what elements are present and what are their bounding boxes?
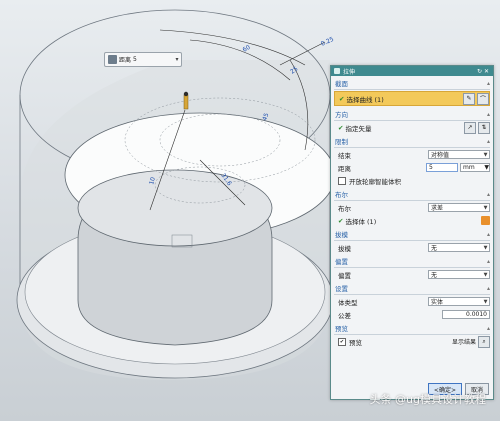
tolerance-label: 公差 [338, 311, 351, 320]
watermark: 头条 @ug模具设计教程 [369, 393, 486, 406]
preview-group: 预览 ▴ ✔ 预览 显示结果 ⌕ [334, 321, 490, 348]
chevron-down-icon: ▼ [483, 204, 488, 211]
section-group: 截面 ▴ ✔ 选择曲线 (1) ✎ ⌒ [334, 76, 490, 106]
chevron-down-icon: ▼ [483, 271, 488, 278]
settings-group: 设置 ▴ 体类型 实体 ▼ 公差 0.0010 [334, 281, 490, 321]
select-body-label: 选择体 (1) [345, 217, 377, 226]
body-type-row: 体类型 实体 ▼ [334, 295, 490, 308]
chevron-down-icon: ▼ [483, 244, 488, 251]
open-profile-row[interactable]: 开放轮廓智能体积 [334, 174, 490, 187]
distance-input[interactable]: 5 [426, 163, 458, 172]
chevron-down-icon[interactable]: ▾ [173, 56, 181, 63]
tolerance-row: 公差 0.0010 [334, 308, 490, 321]
end-row: 结束 对称值 ▼ [334, 148, 490, 161]
offset-group: 偏置 ▴ 偏置 无 ▼ [334, 254, 490, 281]
draft-select[interactable]: 无 ▼ [428, 243, 490, 252]
section-header[interactable]: 截面 ▴ [334, 76, 490, 90]
specify-vector-label: 指定矢量 [345, 124, 372, 133]
boolean-header[interactable]: 布尔 ▴ [334, 187, 490, 201]
chevron-down-icon: ▼ [483, 151, 488, 158]
curve-icon[interactable]: ⌒ [477, 92, 489, 105]
body-icon[interactable] [481, 216, 490, 225]
distance-label: 距离 [119, 57, 132, 64]
direction-header[interactable]: 方向 ▴ [334, 107, 490, 121]
draft-header[interactable]: 拔模 ▴ [334, 227, 490, 241]
vector-icon[interactable]: ↗ [464, 121, 476, 134]
check-icon: ✔ [339, 94, 345, 103]
boolean-row: 布尔 求差 ▼ [334, 201, 490, 214]
offset-row: 偏置 无 ▼ [334, 268, 490, 281]
show-result-label[interactable]: 显示结果 [452, 337, 476, 346]
distance-row: 距离 5 mm ▼ [334, 161, 490, 174]
limits-group: 限制 ▴ 结束 对称值 ▼ 距离 5 mm ▼ 开放轮廓智能体积 [334, 134, 490, 187]
draft-label: 拔模 [338, 244, 351, 253]
draft-row: 拔模 无 ▼ [334, 241, 490, 254]
preview-row: ✔ 预览 显示结果 ⌕ [334, 335, 490, 348]
limits-header[interactable]: 限制 ▴ [334, 134, 490, 148]
offset-select[interactable]: 无 ▼ [428, 270, 490, 279]
end-select[interactable]: 对称值 ▼ [428, 150, 490, 159]
chevron-down-icon: ▼ [484, 164, 489, 171]
unit-select[interactable]: mm ▼ [460, 163, 490, 172]
distance-label: 距离 [338, 164, 351, 173]
sketch-icon[interactable]: ✎ [463, 92, 475, 105]
select-curve-label: 选择曲线 (1) [346, 95, 384, 104]
body-type-select[interactable]: 实体 ▼ [428, 297, 490, 306]
check-icon: ✔ [338, 216, 344, 225]
select-curve-row[interactable]: ✔ 选择曲线 (1) ✎ ⌒ [334, 91, 490, 106]
specify-vector-row[interactable]: ✔ 指定矢量 ↗ ⇅ [334, 121, 490, 134]
select-body-row[interactable]: ✔ 选择体 (1) [334, 214, 490, 227]
draft-group: 拔模 ▴ 拔模 无 ▼ [334, 227, 490, 254]
check-icon: ✔ [338, 123, 344, 132]
tolerance-input[interactable]: 0.0010 [442, 310, 490, 319]
offset-header[interactable]: 偏置 ▴ [334, 254, 490, 268]
close-icon[interactable]: ✕ [483, 68, 490, 75]
dialog-titlebar[interactable]: 拉伸 ↻ ✕ [331, 66, 493, 76]
boolean-group: 布尔 ▴ 布尔 求差 ▼ ✔ 选择体 (1) [334, 187, 490, 227]
dim-label: 0.25 [320, 36, 335, 48]
dialog-title: 拉伸 [343, 68, 356, 76]
preview-label: 预览 [349, 338, 362, 347]
reset-icon[interactable]: ↻ [476, 68, 483, 75]
end-label: 结束 [338, 151, 351, 160]
extrude-dialog: 拉伸 ↻ ✕ 截面 ▴ ✔ 选择曲线 (1) ✎ ⌒ 方向 ▴ ✔ 指定矢量 ↗ ⇅… [330, 65, 494, 400]
extrude-icon [334, 68, 340, 74]
chevron-down-icon: ▼ [483, 298, 488, 305]
distance-value[interactable]: 5 [133, 56, 173, 63]
boolean-label: 布尔 [338, 204, 351, 213]
boolean-select[interactable]: 求差 ▼ [428, 203, 490, 212]
distance-icon [108, 55, 117, 64]
open-profile-label: 开放轮廓智能体积 [349, 177, 401, 186]
preview-header[interactable]: 预览 ▴ [334, 321, 490, 335]
distance-input-float[interactable]: 距离 5 ▾ [104, 52, 182, 67]
direction-group: 方向 ▴ ✔ 指定矢量 ↗ ⇅ [334, 107, 490, 134]
settings-header[interactable]: 设置 ▴ [334, 281, 490, 295]
dim-label: 60 [242, 44, 252, 54]
body-type-label: 体类型 [338, 298, 358, 307]
reverse-direction-icon[interactable]: ⇅ [478, 121, 490, 134]
open-profile-checkbox[interactable] [338, 176, 346, 185]
offset-label: 偏置 [338, 271, 351, 280]
preview-checkbox[interactable]: ✔ [338, 337, 346, 346]
magnifier-icon[interactable]: ⌕ [478, 335, 490, 348]
extrude-handle-icon [183, 94, 189, 110]
